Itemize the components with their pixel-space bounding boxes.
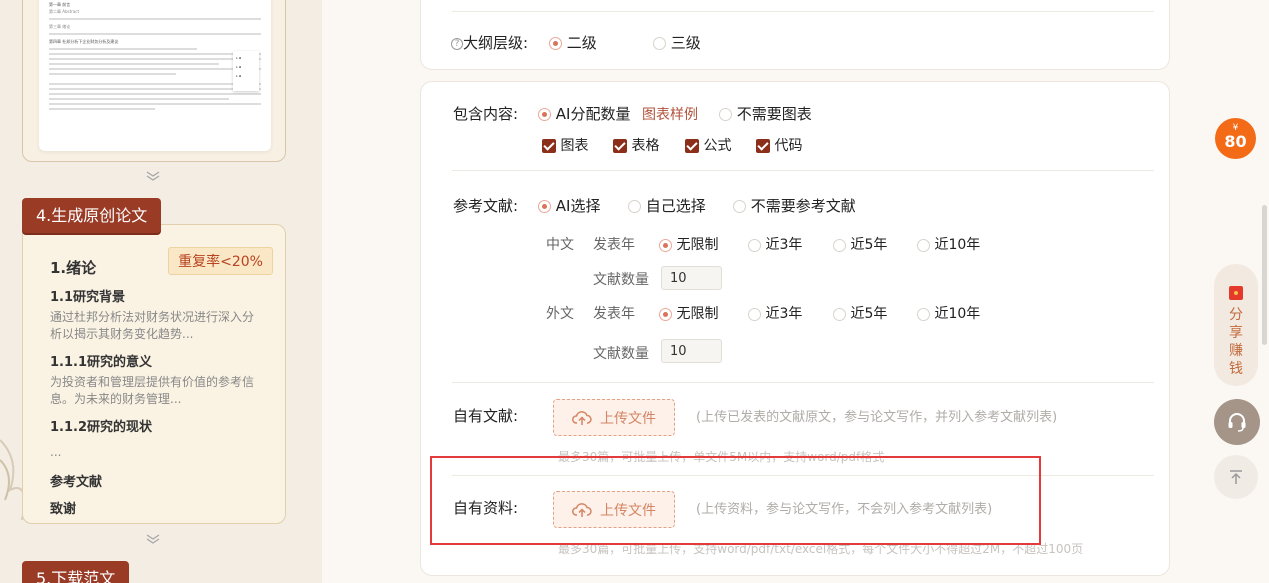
zh-count-label: 文献数量: [593, 272, 649, 288]
radio-icon[interactable]: [549, 37, 562, 50]
step-5-tag: 5.下载范文: [22, 561, 130, 583]
paper-preview: 第一章 前言 第二章 Abstract 第三章 绪论 第四章 杜邦分析下企业财务…: [39, 0, 271, 151]
outline-references: 参考文献: [50, 475, 103, 490]
red-envelope-icon: [1229, 286, 1243, 300]
price-badge[interactable]: ¥ 80: [1215, 118, 1256, 159]
headset-icon: [1228, 413, 1246, 432]
checkbox-icon[interactable]: [613, 139, 627, 153]
highlight-box: [430, 456, 1041, 545]
outline-level-option-2[interactable]: 二级: [549, 32, 597, 53]
scrollbar[interactable]: [1262, 205, 1267, 345]
zh-label: 中文: [546, 237, 574, 253]
radio-icon[interactable]: [538, 108, 551, 121]
divider: [452, 170, 1154, 171]
references-label: 参考文献:: [453, 197, 519, 215]
checkbox-icon[interactable]: [542, 139, 556, 153]
help-icon[interactable]: ?: [451, 37, 463, 50]
cloud-upload-icon: [572, 410, 592, 425]
preview-context-menu: ▸ ▪ ▸ ▪ ▸ ▪: [233, 51, 259, 91]
check-chart[interactable]: 图表: [542, 135, 588, 155]
en-year-3[interactable]: 近3年: [748, 303, 802, 323]
check-code[interactable]: 代码: [756, 135, 802, 155]
check-formula[interactable]: 公式: [685, 135, 731, 155]
outline-preview-card: 重复率<20% 1.绪论 1.1研究背景 通过杜邦分析法对财务状况进行深入分析以…: [22, 224, 286, 524]
content-label: 包含内容:: [453, 105, 519, 123]
chevron-down-icon: [145, 533, 161, 549]
radio-icon[interactable]: [719, 108, 732, 121]
zh-year-label: 发表年: [593, 237, 635, 253]
checkbox-icon[interactable]: [756, 139, 770, 153]
back-to-top-button[interactable]: [1214, 455, 1258, 499]
references-none-option[interactable]: 不需要参考文献: [733, 195, 856, 216]
en-year-label: 发表年: [593, 306, 635, 322]
outline-section-title: 1.1.2研究的现状: [50, 420, 153, 435]
outline-level-option-3[interactable]: 三级: [653, 32, 701, 53]
own-refs-desc: (上传已发表的文献原文，参与论文写作，并列入参考文献列表): [696, 410, 1058, 425]
radio-icon[interactable]: [538, 200, 551, 213]
en-count-input[interactable]: [661, 339, 722, 363]
outline-level-label: ? 大纲层级:: [451, 32, 528, 53]
references-self-option[interactable]: 自己选择: [628, 195, 706, 216]
share-earn-button[interactable]: 分享赚钱: [1214, 264, 1258, 386]
radio-icon[interactable]: [833, 238, 846, 252]
preview-line: 第二章 Abstract: [49, 9, 80, 14]
check-table[interactable]: 表格: [613, 135, 659, 155]
zh-year-3[interactable]: 近3年: [748, 234, 802, 254]
paper-preview-card[interactable]: 第一章 前言 第二章 Abstract 第三章 绪论 第四章 杜邦分析下企业财务…: [22, 0, 286, 162]
preview-line: 第四章 杜邦分析下企业财务分析及建议: [49, 39, 119, 44]
en-year-10[interactable]: 近10年: [917, 303, 980, 323]
outline-section-title: 1.1研究背景: [50, 290, 126, 305]
outline-section-title: 1.1.1研究的意义: [50, 355, 153, 370]
outline-section-text: 通过杜邦分析法对财务状况进行深入分析以揭示其财务变化趋势...: [50, 310, 255, 341]
en-count-label: 文献数量: [593, 346, 649, 362]
zh-count-input[interactable]: [661, 266, 722, 290]
step-4-tag: 4.生成原创论文: [22, 198, 162, 233]
left-panel: 第一章 前言 第二章 Abstract 第三章 绪论 第四章 杜邦分析下企业财务…: [0, 0, 322, 583]
radio-icon[interactable]: [653, 37, 666, 50]
radio-icon[interactable]: [748, 238, 761, 252]
radio-icon[interactable]: [833, 307, 846, 321]
en-label: 外文: [546, 306, 574, 322]
preview-line: 第一章 前言: [49, 2, 71, 7]
outline-ellipsis: ...: [50, 445, 62, 459]
radio-icon[interactable]: [659, 307, 672, 321]
references-ai-option[interactable]: AI选择: [538, 195, 600, 216]
upload-refs-button[interactable]: 上传文件: [553, 399, 675, 436]
duplicate-rate-badge: 重复率<20%: [168, 247, 273, 275]
en-year-5[interactable]: 近5年: [833, 303, 887, 323]
outline-thanks: 致谢: [50, 502, 77, 517]
divider: [452, 11, 1154, 12]
preview-line: 第三章 绪论: [49, 24, 71, 29]
customer-service-button[interactable]: [1214, 399, 1260, 445]
zh-year-5[interactable]: 近5年: [833, 234, 887, 254]
content-none-option[interactable]: 不需要图表: [719, 103, 812, 124]
radio-icon[interactable]: [917, 307, 930, 321]
arrow-up-icon: [1230, 470, 1242, 484]
radio-icon[interactable]: [733, 200, 746, 213]
radio-icon[interactable]: [628, 200, 641, 213]
own-refs-label: 自有文献:: [453, 407, 519, 425]
zh-year-unlimited[interactable]: 无限制: [659, 234, 718, 254]
radio-icon[interactable]: [659, 238, 672, 252]
chevron-down-icon: [145, 170, 161, 186]
checkbox-icon[interactable]: [685, 139, 699, 153]
radio-icon[interactable]: [748, 307, 761, 321]
en-year-unlimited[interactable]: 无限制: [659, 303, 718, 323]
chart-sample-link[interactable]: 图表样例: [642, 104, 698, 124]
divider: [452, 382, 1154, 383]
zh-year-10[interactable]: 近10年: [917, 234, 980, 254]
content-ai-option[interactable]: AI分配数量: [538, 103, 630, 124]
outline-section-text: 为投资者和管理层提供有价值的参考信息。为未来的财务管理...: [50, 375, 255, 406]
radio-icon[interactable]: [917, 238, 930, 252]
